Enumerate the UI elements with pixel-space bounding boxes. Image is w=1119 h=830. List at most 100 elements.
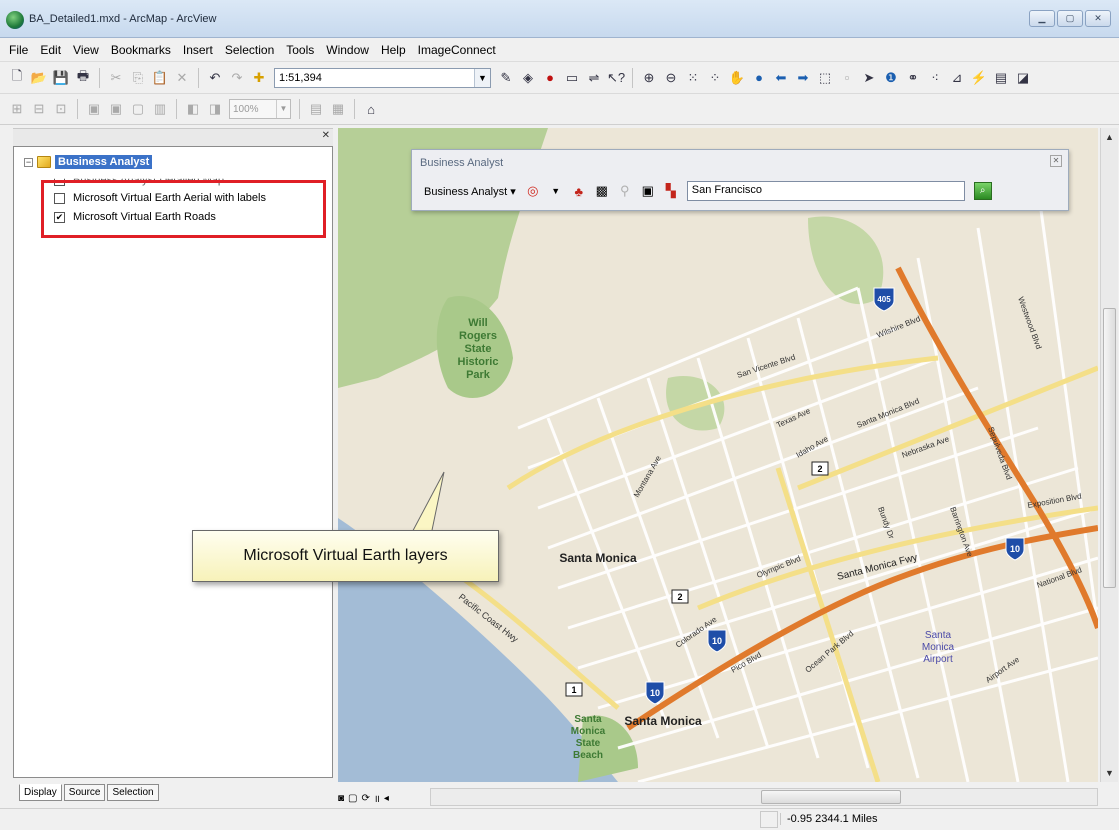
- map-scale-combo[interactable]: 1:51,394 ▼: [274, 67, 491, 88]
- fixed-zoom-in-icon[interactable]: ⁙: [684, 69, 702, 87]
- tab-source[interactable]: Source: [63, 784, 106, 801]
- close-icon[interactable]: ✕: [1050, 155, 1062, 167]
- chevron-down-icon[interactable]: ▼: [474, 68, 490, 87]
- add-data-icon[interactable]: ✚: [250, 69, 268, 87]
- next-extent-icon[interactable]: ◨: [206, 100, 224, 118]
- report-icon[interactable]: ▩: [592, 181, 612, 201]
- pause-icon[interactable]: ॥: [374, 791, 380, 805]
- clear-selection-icon[interactable]: ▫: [838, 69, 856, 87]
- thematic-icon[interactable]: ▚: [661, 181, 681, 201]
- layout-pan-icon[interactable]: ⊡: [52, 100, 70, 118]
- business-analyst-menu[interactable]: Business Analyst ▾: [420, 183, 520, 200]
- target-icon[interactable]: ◎: [523, 181, 543, 201]
- svg-text:Beach: Beach: [573, 750, 603, 761]
- map-view[interactable]: 2 2 1 10 10 10 405 Will Rogers State His…: [338, 128, 1098, 782]
- change-layout-icon[interactable]: ⌂: [362, 100, 380, 118]
- zoom-100-icon[interactable]: ▢: [129, 100, 147, 118]
- menu-edit[interactable]: Edit: [37, 43, 64, 57]
- pan-hand-icon[interactable]: ✋: [728, 69, 746, 87]
- menu-help[interactable]: Help: [378, 43, 409, 57]
- focus-data-frame-icon[interactable]: ▦: [329, 100, 347, 118]
- new-document-icon[interactable]: 🗋: [8, 68, 26, 87]
- location-search-input[interactable]: San Francisco: [686, 181, 965, 201]
- layout-zoom-out-icon[interactable]: ⊟: [30, 100, 48, 118]
- select-elements-arrow-icon[interactable]: ➤: [860, 69, 878, 87]
- go-to-xy-icon[interactable]: ⁖: [926, 69, 944, 87]
- tab-display[interactable]: Display: [19, 784, 62, 801]
- svg-text:Idaho Ave: Idaho Ave: [795, 434, 831, 460]
- maximize-button[interactable]: ▢: [1057, 10, 1083, 27]
- editor-toolbar-icon[interactable]: ✎: [497, 69, 515, 87]
- fixed-zoom-layout-icon[interactable]: ▣: [107, 100, 125, 118]
- time-slider-icon[interactable]: ◪: [1014, 69, 1032, 87]
- previous-extent-icon[interactable]: ◧: [184, 100, 202, 118]
- scroll-thumb[interactable]: [1103, 308, 1116, 588]
- cut-icon[interactable]: ✂: [107, 69, 125, 87]
- scroll-thumb[interactable]: [761, 790, 901, 804]
- paste-icon[interactable]: 📋: [151, 69, 169, 87]
- html-popup-icon[interactable]: ▤: [992, 69, 1010, 87]
- identify-icon[interactable]: ❶: [882, 69, 900, 87]
- menu-selection[interactable]: Selection: [222, 43, 277, 57]
- zoom-out-icon[interactable]: ⊖: [662, 69, 680, 87]
- whats-this-icon[interactable]: ↖?: [607, 69, 625, 87]
- close-button[interactable]: ✕: [1085, 10, 1111, 27]
- find-site-icon[interactable]: ♣: [569, 181, 589, 201]
- full-extent-globe-icon[interactable]: ●: [750, 69, 768, 87]
- zoom-percent-combo[interactable]: 100% ▼: [229, 99, 291, 119]
- hyperlink-icon[interactable]: ⚡: [970, 69, 988, 87]
- data-view-icon[interactable]: ◙: [338, 793, 344, 804]
- back-arrow-icon[interactable]: ⬅: [772, 69, 790, 87]
- tab-selection[interactable]: Selection: [107, 784, 159, 801]
- print-icon[interactable]: 🖶: [74, 68, 92, 87]
- close-icon[interactable]: ✕: [322, 130, 330, 141]
- catalog-icon[interactable]: ◈: [519, 69, 537, 87]
- refresh-icon[interactable]: ⟳: [362, 793, 370, 804]
- toc-root-label[interactable]: Business Analyst: [55, 155, 153, 169]
- toolbox-icon[interactable]: ●: [541, 69, 559, 87]
- layers-icon: [37, 156, 51, 168]
- toggle-draft-mode-icon[interactable]: ▤: [307, 100, 325, 118]
- map-vertical-scrollbar[interactable]: ▲ ▼: [1100, 128, 1118, 782]
- menu-view[interactable]: View: [70, 43, 102, 57]
- table-window-icon[interactable]: ▣: [638, 181, 658, 201]
- find-binoculars-icon[interactable]: ⚭: [904, 69, 922, 87]
- zoom-whole-page-icon[interactable]: ▣: [85, 100, 103, 118]
- minimize-button[interactable]: ▁: [1029, 10, 1055, 27]
- open-folder-icon[interactable]: 📂: [30, 69, 48, 87]
- measure-icon[interactable]: ⊿: [948, 69, 966, 87]
- undo-icon[interactable]: ↶: [206, 69, 224, 87]
- fixed-zoom-out-icon[interactable]: ⁘: [706, 69, 724, 87]
- zoom-in-icon[interactable]: ⊕: [640, 69, 658, 87]
- model-builder-icon[interactable]: ⇌: [585, 69, 603, 87]
- menu-insert[interactable]: Insert: [180, 43, 216, 57]
- select-features-icon[interactable]: ⬚: [816, 69, 834, 87]
- svg-text:San Vicente Blvd: San Vicente Blvd: [736, 353, 797, 380]
- locator-icon[interactable]: ⚲: [615, 181, 635, 201]
- menu-imageconnect[interactable]: ImageConnect: [415, 43, 499, 57]
- toc-root-row[interactable]: − Business Analyst: [24, 155, 153, 169]
- chevron-down-icon[interactable]: ▼: [276, 100, 290, 118]
- python-window-icon[interactable]: ▭: [563, 69, 581, 87]
- menu-window[interactable]: Window: [323, 43, 372, 57]
- route-2-label: 2: [817, 464, 822, 474]
- forward-arrow-icon[interactable]: ➡: [794, 69, 812, 87]
- collapse-icon[interactable]: −: [24, 157, 33, 167]
- scroll-down-icon[interactable]: ▼: [1105, 768, 1114, 778]
- menu-file[interactable]: File: [6, 43, 31, 57]
- menu-tools[interactable]: Tools: [283, 43, 317, 57]
- chevron-down-icon[interactable]: ▼: [546, 181, 566, 201]
- save-icon[interactable]: 💾: [52, 69, 70, 87]
- search-go-icon[interactable]: ⌕: [973, 182, 992, 200]
- copy-icon[interactable]: ⎘: [129, 69, 147, 87]
- scroll-up-icon[interactable]: ▲: [1105, 132, 1114, 142]
- layout-zoom-in-icon[interactable]: ⊞: [8, 100, 26, 118]
- menu-bookmarks[interactable]: Bookmarks: [108, 43, 174, 57]
- scroll-left-icon[interactable]: ◂: [384, 793, 389, 804]
- city-label-santa-monica: Santa Monica: [624, 714, 702, 728]
- zoom-page-width-icon[interactable]: ▥: [151, 100, 169, 118]
- layout-view-icon[interactable]: ▢: [348, 793, 357, 804]
- redo-icon[interactable]: ↷: [228, 69, 246, 87]
- map-horizontal-scrollbar[interactable]: [430, 788, 1098, 806]
- delete-icon[interactable]: ✕: [173, 69, 191, 87]
